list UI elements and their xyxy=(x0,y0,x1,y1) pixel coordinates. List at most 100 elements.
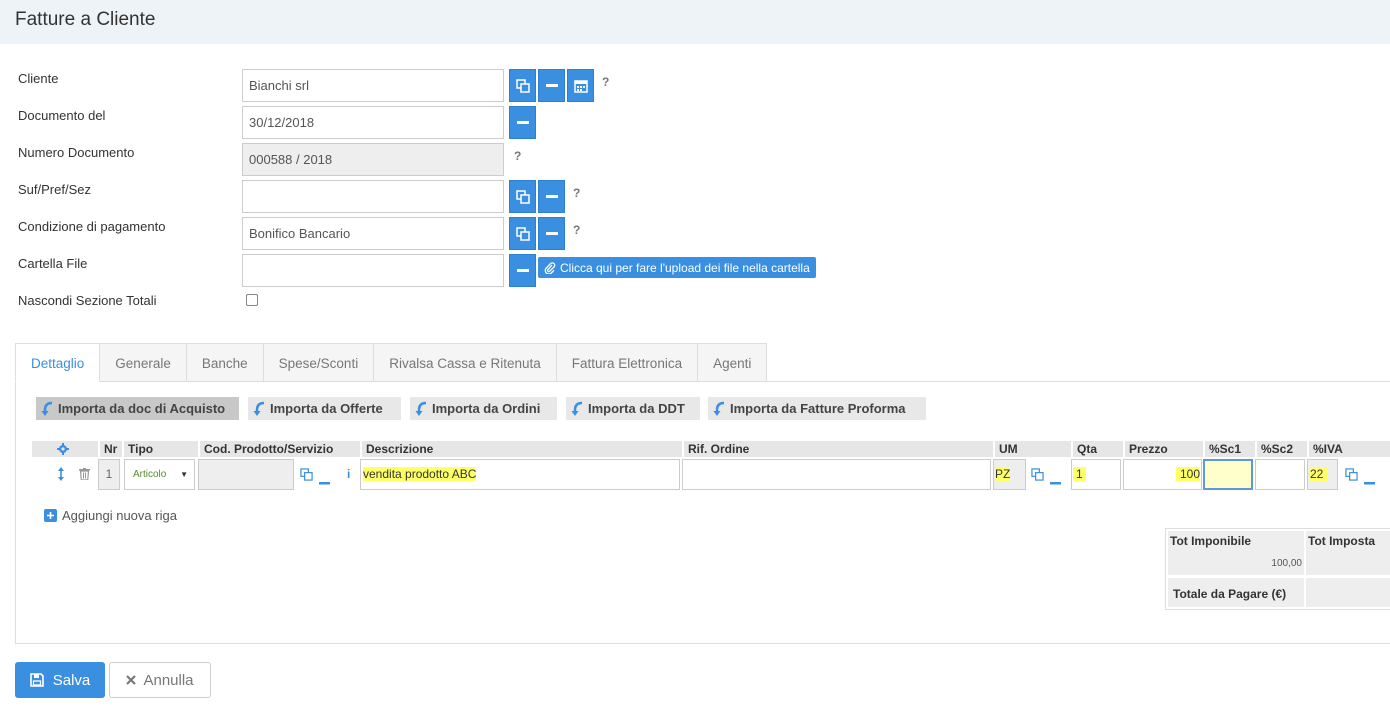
descrizione-input[interactable]: vendita prodotto ABC xyxy=(360,459,680,490)
tot-imponibile-label: Tot Imponibile xyxy=(1170,534,1252,548)
paperclip-icon xyxy=(544,261,556,274)
suf-help-icon[interactable]: ? xyxy=(573,186,580,200)
import-proforma-button[interactable]: Importa da Fatture Proforma xyxy=(708,397,926,420)
iva-input[interactable]: 22 xyxy=(1307,459,1338,490)
tab-spese-sconti[interactable]: Spese/Sconti xyxy=(263,343,375,382)
documento-label: Documento del xyxy=(18,108,106,123)
minus-icon xyxy=(516,120,529,124)
documento-date-input[interactable]: 30/12/2018 xyxy=(242,106,504,139)
cliente-calendar-button[interactable] xyxy=(567,69,594,102)
copy-icon[interactable] xyxy=(300,468,313,484)
minus-icon[interactable] xyxy=(319,473,330,488)
col-cod-header: Cod. Prodotto/Servizio xyxy=(198,441,360,457)
cliente-label: Cliente xyxy=(18,71,59,86)
tot-imponibile-value: 100,00 xyxy=(1271,558,1302,569)
close-icon xyxy=(126,675,137,685)
suf-input[interactable] xyxy=(242,180,504,213)
cartella-label: Cartella File xyxy=(18,256,88,271)
um-input[interactable]: PZ xyxy=(993,459,1026,490)
tipo-select[interactable]: Articolo ▼ xyxy=(124,459,195,490)
cliente-help-icon[interactable]: ? xyxy=(602,75,609,89)
upload-link-label: Clicca qui per fare l'upload dei file ne… xyxy=(560,260,810,275)
minus-icon[interactable] xyxy=(1364,473,1375,488)
copy-icon xyxy=(515,226,530,241)
import-ddt-button[interactable]: Importa da DDT xyxy=(566,397,700,420)
minus-icon xyxy=(545,194,558,198)
copy-icon xyxy=(515,78,530,93)
condizione-clear-button[interactable] xyxy=(538,217,565,250)
cod-input[interactable] xyxy=(198,459,294,490)
cliente-input[interactable]: Bianchi srl xyxy=(242,69,504,102)
copy-icon[interactable] xyxy=(1031,468,1044,484)
import-offerte-button[interactable]: Importa da Offerte xyxy=(248,397,401,420)
cliente-copy-button[interactable] xyxy=(509,69,536,102)
col-iva-header: %IVA xyxy=(1307,441,1385,457)
totale-pagare-label: Totale da Pagare (€) xyxy=(1173,587,1287,601)
copy-icon[interactable] xyxy=(1345,468,1358,484)
tab-fattura-elettronica[interactable]: Fattura Elettronica xyxy=(556,343,699,382)
import-ordini-button[interactable]: Importa da Ordini xyxy=(410,397,557,420)
tab-rivalsa[interactable]: Rivalsa Cassa e Ritenuta xyxy=(374,343,557,382)
minus-icon[interactable] xyxy=(1050,473,1061,488)
condizione-copy-button[interactable] xyxy=(509,217,536,250)
minus-icon xyxy=(516,268,529,272)
suf-clear-button[interactable] xyxy=(538,180,565,213)
drag-handle-icon[interactable] xyxy=(57,466,65,485)
tab-agenti[interactable]: Agenti xyxy=(698,343,768,382)
sc2-input[interactable] xyxy=(1255,459,1305,490)
upload-link[interactable]: Clicca qui per fare l'upload dei file ne… xyxy=(538,257,816,278)
import-arrow-icon xyxy=(41,401,53,416)
condizione-input[interactable]: Bonifico Bancario xyxy=(242,217,504,250)
tab-generale[interactable]: Generale xyxy=(100,343,187,382)
col-rif-header: Rif. Ordine xyxy=(682,441,993,457)
tab-dettaglio[interactable]: Dettaglio xyxy=(15,343,101,382)
floppy-icon xyxy=(29,673,44,687)
nascondi-label: Nascondi Sezione Totali xyxy=(18,293,157,308)
copy-icon xyxy=(515,189,530,204)
suf-copy-button[interactable] xyxy=(509,180,536,213)
qta-input[interactable]: 1 xyxy=(1071,459,1121,490)
import-arrow-icon xyxy=(571,401,583,416)
totale-pagare-value-cell xyxy=(1306,578,1390,607)
tab-banche[interactable]: Banche xyxy=(186,343,264,382)
nascondi-checkbox[interactable] xyxy=(246,294,258,306)
cliente-clear-button[interactable] xyxy=(538,69,565,102)
totale-pagare-cell: Totale da Pagare (€) xyxy=(1168,578,1304,607)
suf-label: Suf/Pref/Sez xyxy=(18,182,91,197)
tot-imposta-label: Tot Imposta xyxy=(1308,534,1376,548)
col-qta-header: Qta xyxy=(1071,441,1123,457)
import-acquisto-button[interactable]: Importa da doc di Acquisto xyxy=(36,397,239,420)
col-descrizione-header: Descrizione xyxy=(360,441,682,457)
prezzo-input[interactable]: 100 xyxy=(1123,459,1202,490)
info-icon[interactable]: i xyxy=(347,467,350,481)
col-prezzo-header: Prezzo xyxy=(1123,441,1203,457)
condizione-help-icon[interactable]: ? xyxy=(573,223,580,237)
calendar-icon xyxy=(573,79,588,93)
col-sc2-header: %Sc2 xyxy=(1255,441,1307,457)
page-title: Fatture a Cliente xyxy=(15,9,156,30)
documento-clear-button[interactable] xyxy=(509,106,536,139)
save-button[interactable]: Salva xyxy=(15,662,105,698)
numero-label: Numero Documento xyxy=(18,145,135,160)
cartella-input[interactable] xyxy=(242,254,504,287)
numero-help-icon[interactable]: ? xyxy=(514,149,521,163)
sc1-input[interactable] xyxy=(1203,459,1253,490)
col-tipo-header: Tipo xyxy=(122,441,198,457)
cartella-clear-button[interactable] xyxy=(509,254,536,287)
page-header: Fatture a Cliente xyxy=(0,0,1390,44)
plus-square-icon xyxy=(44,509,57,522)
col-nr-header: Nr xyxy=(98,441,122,457)
minus-icon xyxy=(545,231,558,235)
add-row-button[interactable]: Aggiungi nuova riga xyxy=(44,508,177,523)
gear-icon[interactable] xyxy=(57,443,69,458)
cancel-button[interactable]: Annulla xyxy=(109,662,211,698)
chevron-down-icon: ▼ xyxy=(180,470,188,479)
import-arrow-icon xyxy=(253,401,265,416)
import-arrow-icon xyxy=(713,401,725,416)
col-um-header: UM xyxy=(993,441,1071,457)
row-nr: 1 xyxy=(98,459,120,490)
rif-input[interactable] xyxy=(682,459,991,490)
tab-bar: Dettaglio Generale Banche Spese/Sconti R… xyxy=(15,343,768,382)
trash-icon[interactable] xyxy=(79,468,90,483)
tot-imponibile-cell: Tot Imponibile 100,00 xyxy=(1168,531,1304,575)
